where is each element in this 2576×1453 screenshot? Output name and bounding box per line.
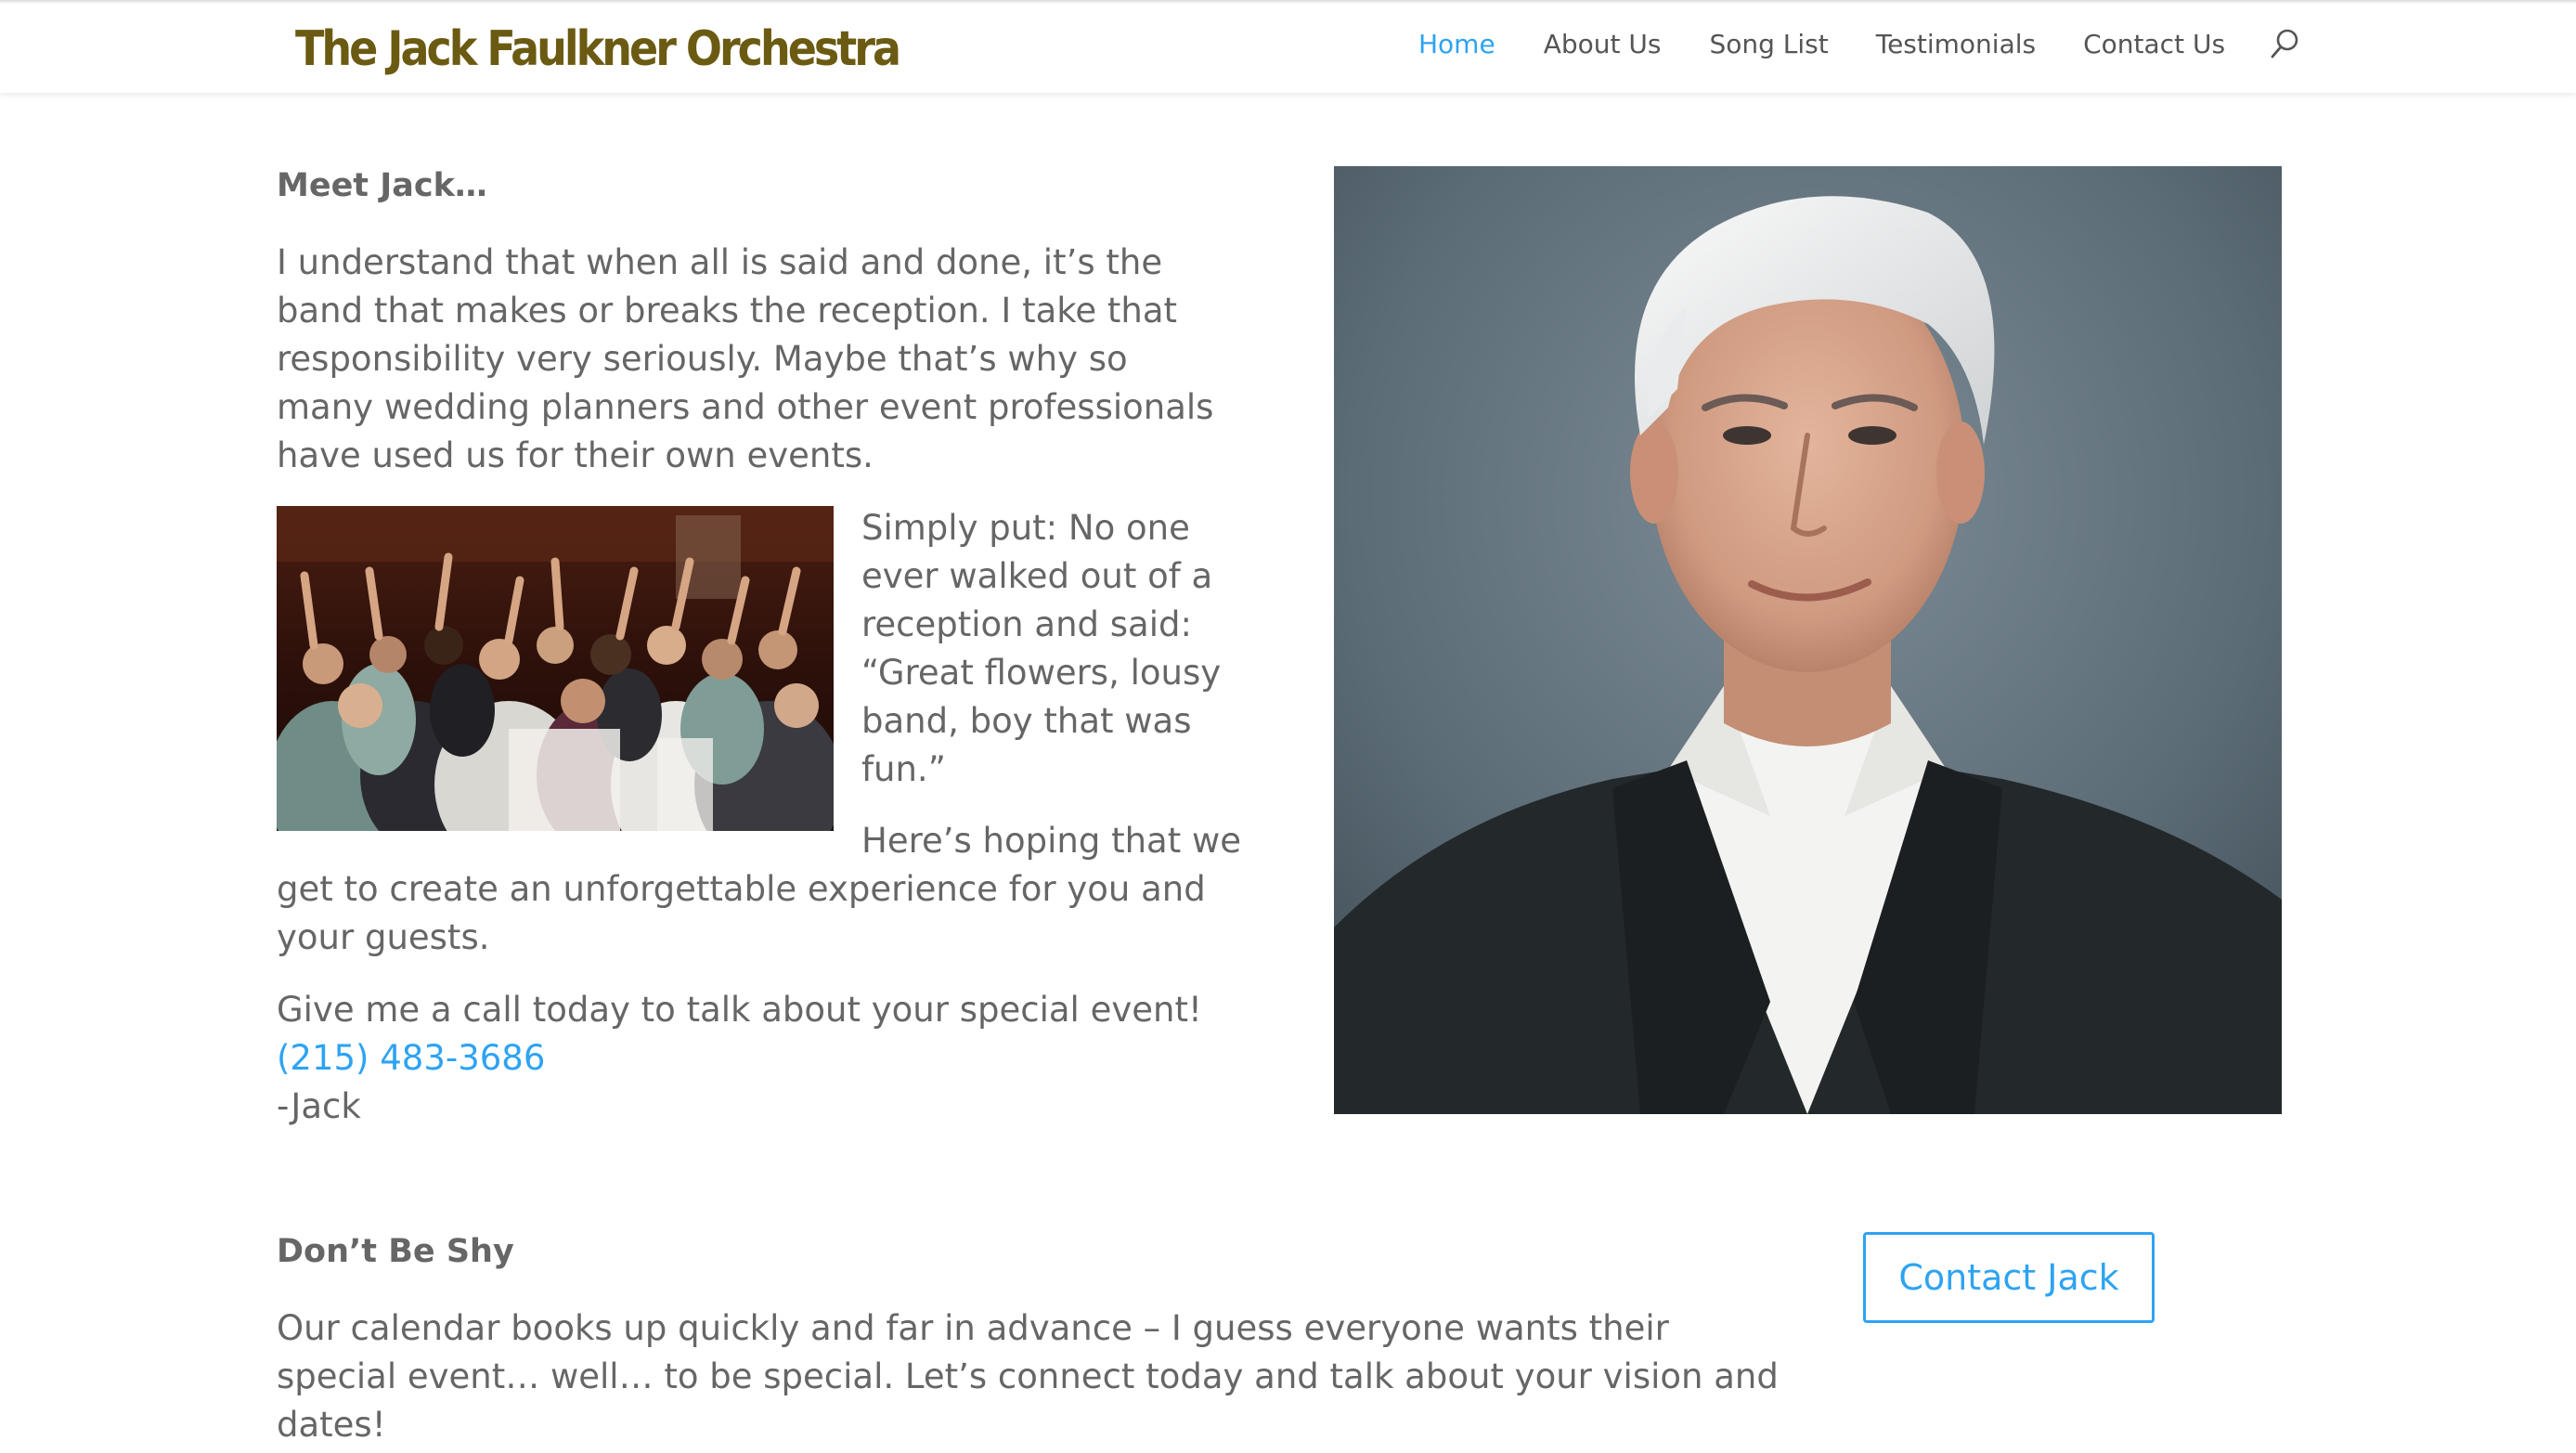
nav-item-home[interactable]: Home (1418, 29, 1495, 59)
dont-be-shy-paragraph: Our calendar books up quickly and far in… (277, 1308, 1779, 1445)
hoping-paragraph-start: Here’s hoping that we (861, 821, 1242, 861)
site-header: The Jack Faulkner Orchestra Home About U… (0, 0, 2576, 93)
call-paragraph: Give me a call today to talk about your … (277, 986, 1251, 1083)
dancing-crowd-photo (277, 506, 834, 831)
nav-item-contact-us[interactable]: Contact Us (2083, 29, 2225, 59)
nav-item-about-us[interactable]: About Us (1544, 29, 1662, 59)
nav-item-testimonials[interactable]: Testimonials (1876, 29, 2036, 59)
site-logo[interactable]: The Jack Faulkner Orchestra (295, 20, 901, 76)
hoping-paragraph-rest: get to create an unforgettable experienc… (277, 869, 1206, 957)
main-nav: Home About Us Song List Testimonials Con… (1418, 27, 2301, 60)
phone-link[interactable]: (215) 483-3686 (277, 1038, 545, 1078)
jack-portrait-photo (1334, 166, 2282, 1114)
call-text: Give me a call today to talk about your … (277, 990, 1202, 1030)
dont-be-shy-heading: Don’t Be Shy (277, 1233, 514, 1270)
meet-jack-heading: Meet Jack… (277, 167, 487, 204)
intro-paragraph: I understand that when all is said and d… (277, 242, 1214, 475)
contact-jack-button[interactable]: Contact Jack (1863, 1232, 2155, 1323)
nav-item-song-list[interactable]: Song List (1709, 29, 1828, 59)
search-icon[interactable] (2268, 27, 2301, 60)
signature: -Jack (277, 1086, 361, 1126)
simply-put-paragraph: Simply put: No one ever walked out of a … (861, 508, 1222, 789)
